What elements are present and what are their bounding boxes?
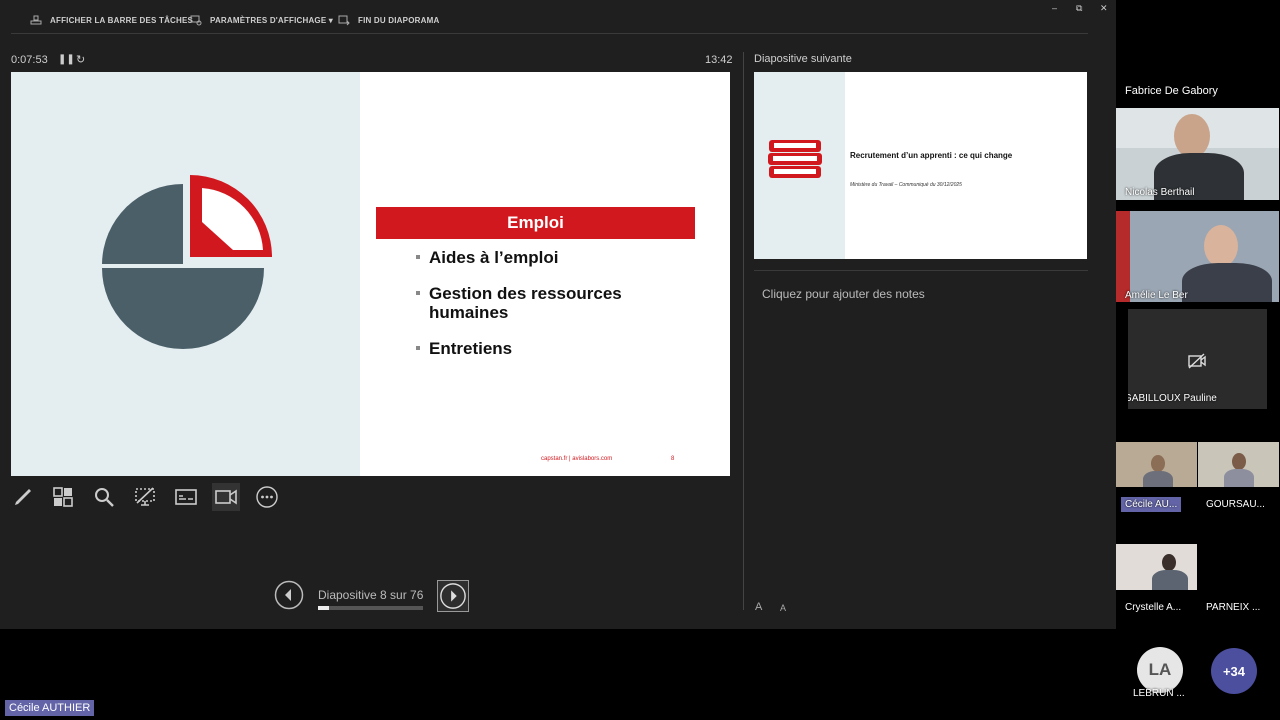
participant-name: Amélie Le Ber xyxy=(1125,290,1188,301)
next-slide-left-panel xyxy=(754,72,845,259)
bullet-marker xyxy=(416,346,420,350)
slide-title: Emploi xyxy=(507,213,564,232)
slide-footer: capstan.fr | avislabors.com xyxy=(541,456,613,462)
display-settings-button[interactable]: PARAMÈTRES D'AFFICHAGE ▾ xyxy=(190,14,333,26)
speaker-name: Fabrice De Gabory xyxy=(1125,85,1218,97)
participant-name-highlighted: Cécile AU... xyxy=(1121,497,1182,512)
next-slide-title: Recrutement d’un apprenti : ce qui chang… xyxy=(850,151,1013,160)
next-slide-subtitle: Ministère du Travail – Communiqué du 30/… xyxy=(850,182,962,188)
participant-name: GOURSAU... xyxy=(1206,499,1265,510)
next-slide-button[interactable] xyxy=(437,580,469,612)
slide-bullet: Aides à l’emploi xyxy=(416,248,559,267)
books-icon xyxy=(768,140,822,178)
participants-panel: Fabrice De Gabory Nicolas Berthail Améli… xyxy=(1116,45,1280,720)
more-participants-button[interactable]: +34 xyxy=(1211,648,1257,694)
end-slideshow-button[interactable]: FIN DU DIAPORAMA xyxy=(338,14,439,26)
taskbar-icon xyxy=(30,15,42,25)
slide-progress-fill xyxy=(318,606,330,610)
participant-tile[interactable] xyxy=(1116,442,1197,487)
participant-name: Nicolas Berthail xyxy=(1125,187,1195,198)
next-slide-preview[interactable]: Recrutement d’un apprenti : ce qui chang… xyxy=(754,72,1087,259)
black-screen-icon[interactable] xyxy=(131,483,159,511)
participant-head xyxy=(1162,554,1176,571)
clock: 13:42 xyxy=(705,54,733,66)
participant-name: PARNEIX ... xyxy=(1206,602,1261,613)
notes-divider xyxy=(754,270,1088,271)
participant-head xyxy=(1174,114,1210,158)
decrease-font-button[interactable]: A xyxy=(780,603,786,613)
toolbar-divider xyxy=(11,33,1088,34)
participant-tile[interactable]: GABILLOUX Pauline xyxy=(1128,309,1267,409)
participant-head xyxy=(1204,225,1238,267)
participant-name: LEBRUN ... xyxy=(1133,688,1185,699)
current-slide[interactable]: Emploi Aides à l’emploi Gestion des ress… xyxy=(11,72,730,476)
elapsed-timer: 0:07:53 xyxy=(11,54,48,66)
slide-progress-bar xyxy=(318,606,423,610)
pie-chart-logo xyxy=(102,175,272,349)
pause-icon[interactable]: ❚❚ xyxy=(58,54,75,65)
close-button[interactable]: ✕ xyxy=(1100,3,1108,14)
slide-footer-number: 8 xyxy=(671,456,675,462)
participant-body xyxy=(1182,263,1272,302)
video-background xyxy=(1116,211,1130,302)
restore-button[interactable]: ⧉ xyxy=(1076,3,1082,14)
slide-bullet: Gestion des ressources humaines xyxy=(416,284,669,322)
slide-counter: Diapositive 8 sur 76 xyxy=(318,588,424,602)
slide-left-panel xyxy=(11,72,360,476)
self-view-label: Cécile AUTHIER xyxy=(5,700,95,716)
participant-name: Crystelle A... xyxy=(1125,602,1182,613)
previous-arrow-icon xyxy=(274,580,304,610)
participant-body xyxy=(1224,469,1254,487)
show-taskbar-label: AFFICHER LA BARRE DES TÂCHES xyxy=(50,15,194,25)
pen-icon[interactable] xyxy=(9,483,37,511)
slide-bullet: Entretiens xyxy=(416,339,513,358)
participant-tile[interactable]: Nicolas Berthail xyxy=(1116,108,1279,200)
zoom-icon[interactable] xyxy=(90,483,118,511)
camera-off-icon xyxy=(1188,353,1206,369)
subtitles-icon[interactable] xyxy=(172,483,200,511)
previous-slide-button[interactable] xyxy=(274,580,304,610)
display-settings-label: PARAMÈTRES D'AFFICHAGE ▾ xyxy=(210,15,334,25)
participant-head xyxy=(1232,453,1246,470)
bullet-marker xyxy=(416,291,420,295)
next-arrow-icon xyxy=(440,583,466,609)
slide-title-bar: Emploi xyxy=(376,207,695,239)
increase-font-button[interactable]: A xyxy=(755,601,762,613)
bullet-text: Aides à l’emploi xyxy=(429,248,559,267)
panel-divider xyxy=(743,52,744,610)
notes-input[interactable]: Cliquez pour ajouter des notes xyxy=(762,287,925,301)
minimize-button[interactable]: – xyxy=(1052,3,1057,13)
participant-name: GABILLOUX Pauline xyxy=(1128,393,1217,404)
bullet-marker xyxy=(416,255,420,259)
participant-avatar[interactable]: LA xyxy=(1137,647,1183,693)
next-slide-heading: Diapositive suivante xyxy=(754,53,852,65)
slides-grid-icon[interactable] xyxy=(49,483,77,511)
end-slideshow-icon xyxy=(338,15,350,26)
participant-body xyxy=(1143,471,1173,487)
bullet-text: Entretiens xyxy=(429,339,513,358)
participant-tile[interactable] xyxy=(1116,544,1197,590)
show-taskbar-button[interactable]: AFFICHER LA BARRE DES TÂCHES xyxy=(30,14,193,26)
participant-body xyxy=(1152,570,1188,590)
restart-timer-icon[interactable]: ↻ xyxy=(76,53,85,66)
end-slideshow-label: FIN DU DIAPORAMA xyxy=(358,15,440,25)
display-settings-icon xyxy=(190,15,202,26)
presenter-view: AFFICHER LA BARRE DES TÂCHES PARAMÈTRES … xyxy=(0,0,1116,629)
bullet-text: Gestion des ressources humaines xyxy=(429,284,622,322)
camera-icon[interactable] xyxy=(212,483,240,511)
participant-head xyxy=(1151,455,1165,472)
more-options-icon[interactable] xyxy=(253,483,281,511)
participant-tile[interactable] xyxy=(1198,442,1279,487)
participant-tile[interactable]: Amélie Le Ber xyxy=(1116,211,1279,302)
